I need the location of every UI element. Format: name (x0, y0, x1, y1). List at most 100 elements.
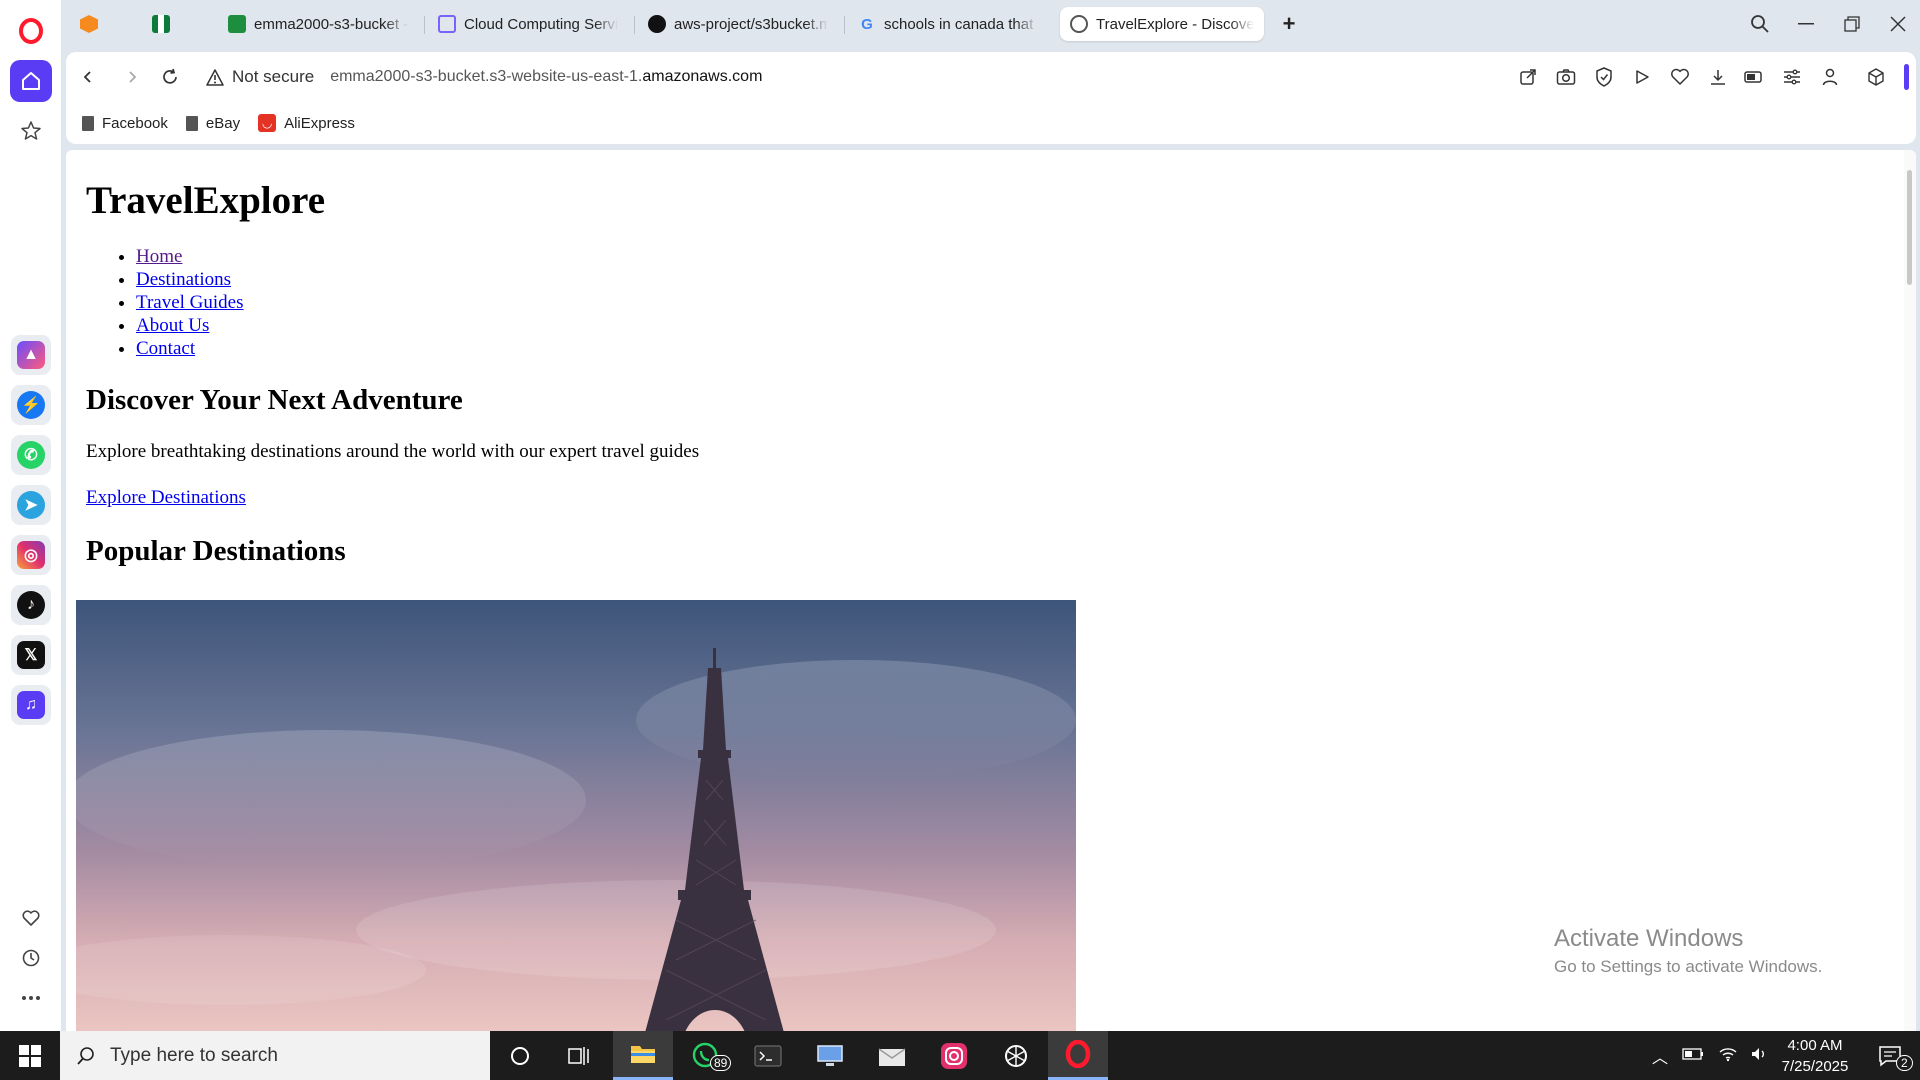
share-icon[interactable] (1516, 65, 1540, 89)
adblock-shield-icon[interactable] (1592, 65, 1616, 89)
cta-wrapper: Explore Destinations (86, 487, 1906, 509)
taskbar-search-box[interactable]: Type here to search (60, 1031, 490, 1080)
tab-separator (634, 16, 635, 34)
history-icon[interactable] (10, 937, 52, 979)
system-tray: ︿ (1652, 1031, 1768, 1080)
security-label[interactable]: Not secure (232, 67, 314, 87)
page-scrollbar[interactable] (1904, 150, 1916, 1031)
clock-time: 4:00 AM (1787, 1037, 1843, 1054)
tab-search-icon[interactable] (1744, 10, 1776, 38)
music-player-icon[interactable]: ♫ (11, 685, 51, 725)
tiktok-icon[interactable]: ♪ (11, 585, 51, 625)
url-text[interactable]: emma2000-s3-bucket.s3-website-us-east-1.… (330, 68, 762, 86)
explore-destinations-link[interactable]: Explore Destinations (86, 487, 246, 508)
cortana-icon[interactable] (490, 1031, 550, 1080)
taskbar-search-placeholder: Type here to search (110, 1044, 278, 1066)
tab-s3-bucket[interactable]: emma2000-s3-bucket - S3 (218, 7, 418, 41)
cube-icon (80, 15, 98, 33)
activate-windows-watermark: Activate Windows Go to Settings to activ… (1554, 925, 1822, 977)
hero-text: Explore breathtaking destinations around… (86, 441, 700, 462)
tab-github[interactable]: aws-project/s3bucket.md (638, 7, 838, 41)
tab-google-search[interactable]: G schools in canada that offer (848, 7, 1048, 41)
minimize-icon[interactable] (1790, 10, 1822, 38)
battery-icon[interactable] (1682, 1047, 1704, 1064)
aws-cube-icon (438, 15, 456, 33)
tab-strip: emma2000-s3-bucket - S3 Cloud Computing … (62, 0, 1920, 48)
address-toolbar: Not secure emma2000-s3-bucket.s3-website… (66, 52, 1916, 102)
document-icon (185, 115, 198, 131)
wifi-icon[interactable] (1718, 1046, 1738, 1066)
opera-logo-icon[interactable] (10, 10, 52, 52)
chatgpt-icon[interactable] (986, 1031, 1046, 1080)
player-play-icon[interactable] (1630, 65, 1654, 89)
aria-ai-icon[interactable]: ▲ (11, 335, 51, 375)
mail-icon[interactable] (862, 1031, 922, 1080)
nav-link-travel-guides[interactable]: Travel Guides (136, 292, 244, 313)
nav-item-home: Home (136, 245, 1906, 268)
flag-icon (152, 15, 170, 33)
instagram-icon[interactable]: ◎ (11, 535, 51, 575)
pinned-tab-2[interactable] (142, 7, 182, 41)
restore-icon[interactable] (1836, 10, 1868, 38)
nav-item-destinations: Destinations (136, 268, 1906, 291)
heart-icon[interactable] (10, 897, 52, 939)
nav-item-travel-guides: Travel Guides (136, 291, 1906, 314)
whatsapp-icon[interactable]: ✆ (11, 435, 51, 475)
easy-setup-icon[interactable] (1780, 65, 1804, 89)
aliexpress-icon: ◡ (258, 114, 277, 132)
nav-link-home[interactable]: Home (136, 246, 182, 267)
terminal-icon[interactable] (738, 1031, 798, 1080)
search-icon (77, 1046, 94, 1065)
windows-start-icon[interactable] (0, 1031, 60, 1080)
remote-desktop-icon[interactable] (800, 1031, 860, 1080)
extensions-cube-icon[interactable] (1864, 65, 1888, 89)
whatsapp-taskbar-icon[interactable]: 89 (676, 1031, 736, 1080)
warning-icon (206, 68, 224, 86)
download-icon[interactable] (1706, 65, 1730, 89)
scrollbar-thumb[interactable] (1907, 170, 1912, 285)
forward-icon[interactable] (118, 63, 146, 91)
telegram-icon[interactable]: ➤ (11, 485, 51, 525)
site-title: TravelExplore (86, 179, 326, 222)
more-icon[interactable] (10, 977, 52, 1019)
file-explorer-icon[interactable] (613, 1031, 673, 1080)
sidebar-accent-bar (1904, 64, 1909, 90)
star-icon[interactable] (10, 110, 52, 152)
taskbar-clock[interactable]: 4:00 AM 7/25/2025 (1760, 1035, 1870, 1077)
bookmark-facebook[interactable]: Facebook (82, 115, 168, 132)
chevron-up-icon[interactable]: ︿ (1652, 1044, 1668, 1068)
main-nav: Home Destinations Travel Guides About Us… (136, 245, 1906, 360)
address-bar[interactable]: Not secure emma2000-s3-bucket.s3-website… (206, 62, 762, 92)
messenger-icon[interactable]: ⚡ (11, 385, 51, 425)
reload-icon[interactable] (156, 63, 184, 91)
nav-link-destinations[interactable]: Destinations (136, 269, 231, 290)
x-twitter-icon[interactable]: 𝕏 (11, 635, 51, 675)
battery-saver-icon[interactable] (1742, 65, 1766, 89)
tab-separator (424, 16, 425, 34)
whatsapp-badge: 89 (710, 1055, 732, 1071)
notification-center-icon[interactable]: 2 (1860, 1031, 1920, 1080)
snapshot-camera-icon[interactable] (1554, 65, 1578, 89)
plus-icon: + (1282, 11, 1296, 36)
activate-windows-subtitle: Go to Settings to activate Windows. (1554, 957, 1823, 976)
opera-taskbar-icon[interactable] (1048, 1031, 1108, 1080)
my-flow-heart-icon[interactable] (1668, 65, 1692, 89)
bookmark-aliexpress[interactable]: ◡ AliExpress (258, 114, 355, 132)
nav-link-about-us[interactable]: About Us (136, 315, 209, 336)
home-icon[interactable] (10, 60, 52, 102)
bookmark-ebay[interactable]: eBay (185, 115, 240, 132)
notification-count: 2 (1896, 1055, 1913, 1071)
profile-icon[interactable] (1818, 65, 1842, 89)
nav-item-contact: Contact (136, 337, 1906, 360)
instagram-taskbar-icon[interactable] (924, 1031, 984, 1080)
tab-travelexplore-active[interactable]: TravelExplore - Discover Your (1060, 7, 1264, 41)
task-view-icon[interactable] (550, 1031, 610, 1080)
sheets-icon (228, 15, 246, 33)
new-tab-button[interactable]: + (1272, 7, 1306, 41)
back-icon[interactable] (74, 63, 102, 91)
github-icon (648, 15, 666, 33)
close-window-icon[interactable] (1882, 10, 1914, 38)
pinned-tab-1[interactable] (70, 7, 110, 41)
nav-link-contact[interactable]: Contact (136, 338, 195, 359)
tab-cloud-computing[interactable]: Cloud Computing Services (428, 7, 628, 41)
